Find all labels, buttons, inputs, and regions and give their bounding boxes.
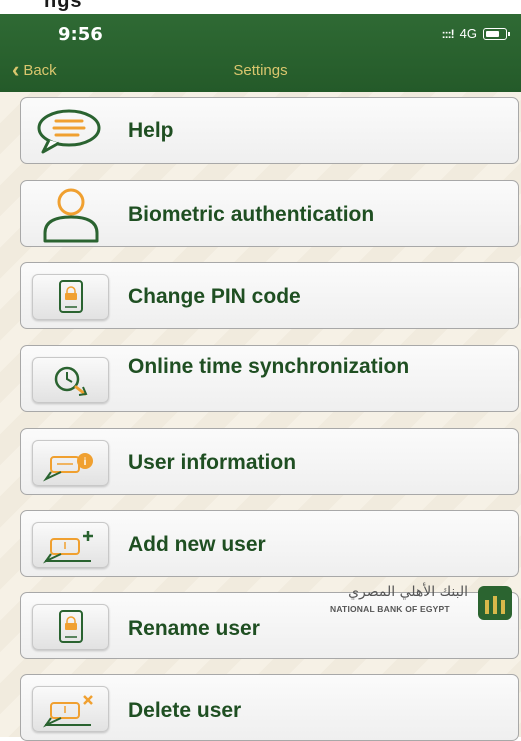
settings-item-label: User information bbox=[128, 451, 297, 474]
settings-item-add-user[interactable]: Add new user bbox=[20, 510, 519, 577]
settings-item-delete-user[interactable]: Delete user bbox=[20, 674, 519, 741]
settings-list: Help Biometric authentication Change PIN… bbox=[0, 92, 521, 741]
cropped-header-strip: ngs bbox=[0, 0, 521, 14]
settings-item-label: Rename user bbox=[128, 617, 260, 640]
clock-sync-icon bbox=[32, 357, 109, 403]
settings-item-help[interactable]: Help bbox=[20, 97, 519, 164]
network-type: 4G bbox=[459, 26, 477, 41]
settings-item-label: Biometric authentication bbox=[128, 203, 375, 226]
tablet-lock-icon bbox=[32, 604, 109, 650]
settings-item-label: Add new user bbox=[128, 533, 266, 556]
app-header: 9:56 :::! 4G ‹ Back Settings bbox=[0, 14, 521, 92]
svg-text:i: i bbox=[84, 457, 87, 468]
cropped-title-text: ngs bbox=[44, 0, 83, 12]
bank-name-arabic: البنك الأهلي المصري bbox=[348, 584, 468, 600]
bank-name-english: NATIONAL BANK OF EGYPT bbox=[330, 604, 450, 614]
settings-item-label: Change PIN code bbox=[128, 285, 301, 308]
settings-item-label: Online time synchronization bbox=[128, 355, 410, 378]
battery-icon bbox=[483, 27, 510, 40]
settings-item-time-sync[interactable]: Online time synchronization bbox=[20, 345, 519, 412]
settings-item-label: Help bbox=[128, 119, 174, 142]
settings-item-change-pin[interactable]: Change PIN code bbox=[20, 262, 519, 329]
page-title: Settings bbox=[233, 62, 288, 79]
person-icon bbox=[31, 187, 111, 243]
signal-icon: :::! bbox=[441, 26, 455, 41]
bank-emblem-icon bbox=[478, 586, 512, 620]
delete-user-icon bbox=[32, 686, 109, 732]
status-time: 9:56 bbox=[58, 24, 103, 45]
bank-logo: البنك الأهلي المصري NATIONAL BANK OF EGY… bbox=[330, 584, 512, 620]
settings-item-label: Delete user bbox=[128, 699, 242, 722]
tablet-lock-icon bbox=[32, 274, 109, 320]
user-info-icon: i bbox=[32, 440, 109, 486]
add-user-icon bbox=[32, 522, 109, 568]
chat-bubble-icon bbox=[31, 106, 111, 158]
settings-item-user-info[interactable]: i User information bbox=[20, 428, 519, 495]
status-indicators: :::! 4G bbox=[441, 26, 510, 41]
settings-item-biometric[interactable]: Biometric authentication bbox=[20, 180, 519, 247]
